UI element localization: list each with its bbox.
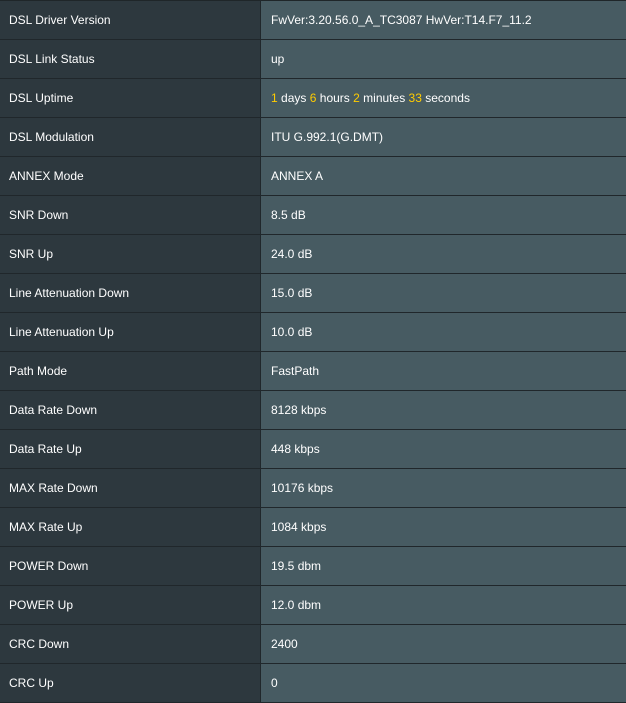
row-label-power-up: POWER Up: [0, 585, 261, 625]
uptime-hours-unit: hours: [319, 91, 350, 105]
row-value-max-rate-up: 1084 kbps: [260, 507, 626, 547]
table-row: POWER Up 12.0 dbm: [0, 585, 626, 625]
row-label-power-down: POWER Down: [0, 546, 261, 586]
table-row: DSL Modulation ITU G.992.1(G.DMT): [0, 117, 626, 157]
table-row: MAX Rate Up 1084 kbps: [0, 507, 626, 547]
row-value-crc-up: 0: [260, 663, 626, 703]
row-label-path-mode: Path Mode: [0, 351, 261, 391]
row-value-dsl-uptime: 1 days 6 hours 2 minutes 33 seconds: [260, 78, 626, 118]
table-row: CRC Up 0: [0, 663, 626, 703]
table-row: CRC Down 2400: [0, 624, 626, 664]
table-row: Line Attenuation Up 10.0 dB: [0, 312, 626, 352]
table-row: Line Attenuation Down 15.0 dB: [0, 273, 626, 313]
row-value-crc-down: 2400: [260, 624, 626, 664]
uptime-days-value: 1: [271, 91, 278, 105]
row-value-dsl-link-status: up: [260, 39, 626, 79]
table-row: SNR Down 8.5 dB: [0, 195, 626, 235]
row-label-max-rate-down: MAX Rate Down: [0, 468, 261, 508]
row-label-data-rate-up: Data Rate Up: [0, 429, 261, 469]
row-label-dsl-modulation: DSL Modulation: [0, 117, 261, 157]
row-value-line-attenuation-down: 15.0 dB: [260, 273, 626, 313]
table-row: Path Mode FastPath: [0, 351, 626, 391]
uptime-seconds-value: 33: [408, 91, 422, 105]
table-row: DSL Driver Version FwVer:3.20.56.0_A_TC3…: [0, 0, 626, 40]
uptime-days-unit: days: [281, 91, 307, 105]
row-value-dsl-modulation: ITU G.992.1(G.DMT): [260, 117, 626, 157]
row-label-dsl-driver-version: DSL Driver Version: [0, 0, 261, 40]
row-value-power-down: 19.5 dbm: [260, 546, 626, 586]
row-value-snr-down: 8.5 dB: [260, 195, 626, 235]
row-label-line-attenuation-down: Line Attenuation Down: [0, 273, 261, 313]
table-row: MAX Rate Down 10176 kbps: [0, 468, 626, 508]
row-label-line-attenuation-up: Line Attenuation Up: [0, 312, 261, 352]
row-label-crc-down: CRC Down: [0, 624, 261, 664]
row-label-snr-up: SNR Up: [0, 234, 261, 274]
row-value-data-rate-down: 8128 kbps: [260, 390, 626, 430]
table-row: ANNEX Mode ANNEX A: [0, 156, 626, 196]
row-label-crc-up: CRC Up: [0, 663, 261, 703]
row-value-max-rate-down: 10176 kbps: [260, 468, 626, 508]
row-value-snr-up: 24.0 dB: [260, 234, 626, 274]
row-label-dsl-link-status: DSL Link Status: [0, 39, 261, 79]
row-label-annex-mode: ANNEX Mode: [0, 156, 261, 196]
uptime-seconds-unit: seconds: [425, 91, 470, 105]
dsl-status-table: DSL Driver Version FwVer:3.20.56.0_A_TC3…: [0, 0, 626, 703]
table-row: DSL Link Status up: [0, 39, 626, 79]
row-value-line-attenuation-up: 10.0 dB: [260, 312, 626, 352]
row-value-annex-mode: ANNEX A: [260, 156, 626, 196]
row-label-snr-down: SNR Down: [0, 195, 261, 235]
table-row: POWER Down 19.5 dbm: [0, 546, 626, 586]
table-row: Data Rate Down 8128 kbps: [0, 390, 626, 430]
row-value-path-mode: FastPath: [260, 351, 626, 391]
row-label-dsl-uptime: DSL Uptime: [0, 78, 261, 118]
table-row: DSL Uptime 1 days 6 hours 2 minutes 33 s…: [0, 78, 626, 118]
uptime-minutes-unit: minutes: [363, 91, 406, 105]
table-row: SNR Up 24.0 dB: [0, 234, 626, 274]
row-label-max-rate-up: MAX Rate Up: [0, 507, 261, 547]
table-row: Data Rate Up 448 kbps: [0, 429, 626, 469]
row-value-dsl-driver-version: FwVer:3.20.56.0_A_TC3087 HwVer:T14.F7_11…: [260, 0, 626, 40]
row-label-data-rate-down: Data Rate Down: [0, 390, 261, 430]
row-value-power-up: 12.0 dbm: [260, 585, 626, 625]
uptime-minutes-value: 2: [353, 91, 360, 105]
uptime-hours-value: 6: [309, 91, 317, 105]
row-value-data-rate-up: 448 kbps: [260, 429, 626, 469]
